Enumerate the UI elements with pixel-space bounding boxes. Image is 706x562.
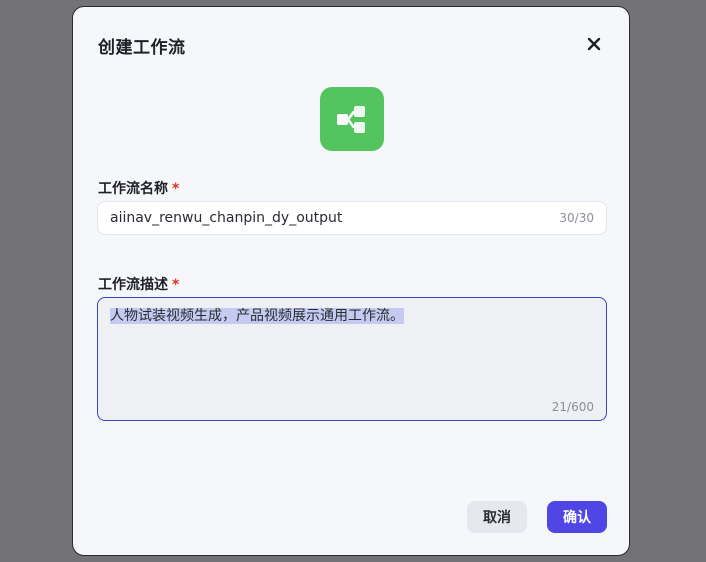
workflow-description-label-text: 工作流描述 [98, 277, 168, 293]
workflow-name-field[interactable]: 30/30 [97, 201, 607, 235]
workflow-name-label: 工作流名称 * [98, 178, 179, 198]
required-mark: * [172, 181, 180, 197]
required-mark: * [172, 277, 180, 293]
dialog-title: 创建工作流 [98, 38, 186, 58]
close-button[interactable] [583, 33, 605, 55]
workflow-icon [320, 87, 384, 151]
workflow-description-label: 工作流描述 * [98, 274, 179, 294]
selected-text: 人物试装视频生成，产品视频展示通用工作流。 [110, 308, 404, 324]
workflow-description-counter: 21/600 [551, 400, 594, 414]
workflow-description-textarea[interactable]: 人物试装视频生成，产品视频展示通用工作流。 21/600 [97, 297, 607, 421]
cancel-button[interactable]: 取消 [467, 501, 527, 533]
workflow-name-input[interactable] [110, 202, 530, 234]
close-icon [587, 37, 601, 51]
workflow-name-counter: 30/30 [559, 211, 594, 225]
workflow-name-label-text: 工作流名称 [98, 181, 168, 197]
create-workflow-dialog: 创建工作流 工作流名称* 30/30 工作流描述* 人物试装视频生成，产品视频展… [72, 6, 630, 556]
confirm-button[interactable]: 确认 [547, 501, 607, 533]
workflow-description-text[interactable]: 人物试装视频生成，产品视频展示通用工作流。 [110, 307, 404, 325]
